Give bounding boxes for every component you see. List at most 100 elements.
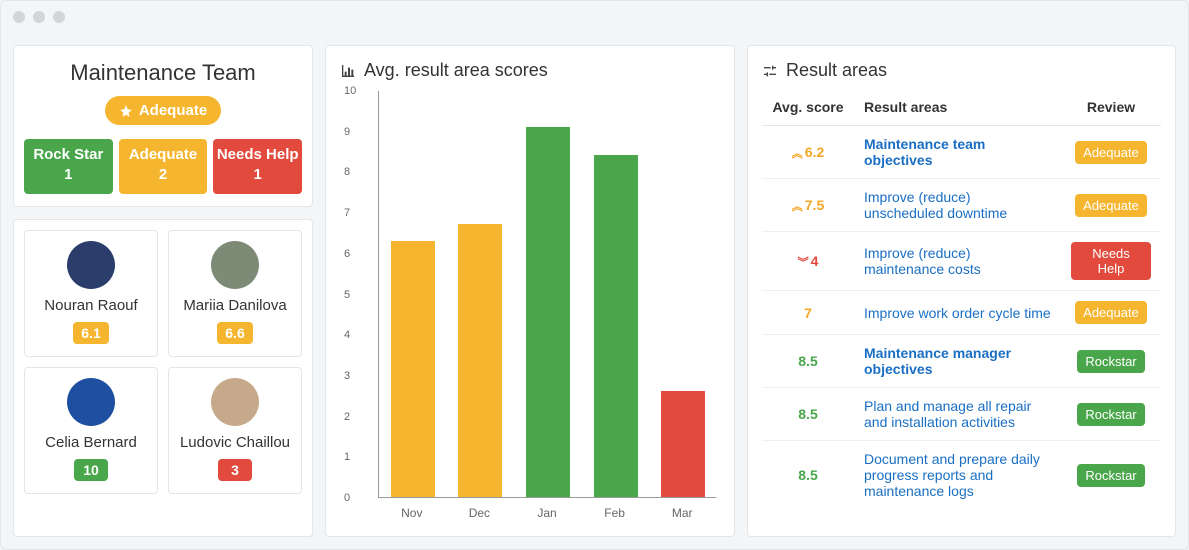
person-score-badge: 3 [218,459,252,481]
row-avg-score: 8.5 [798,406,817,422]
row-avg-score: 7 [804,305,812,321]
x-tick-label: Nov [390,506,434,520]
person-card[interactable]: Nouran Raouf 6.1 [24,230,158,357]
y-tick-label: 9 [344,126,350,138]
window-dot [13,11,25,23]
summary-rock-star[interactable]: Rock Star1 [24,139,113,194]
window-dot [53,11,65,23]
person-name: Ludovic Chaillou [173,434,297,451]
summary-count: 1 [26,165,111,185]
review-badge: Adequate [1075,141,1147,164]
y-tick-label: 3 [344,370,350,382]
trend-down-icon: ︾ [798,257,809,269]
summary-needs-help[interactable]: Needs Help1 [213,139,302,194]
y-tick-label: 6 [344,248,350,260]
sliders-icon [762,63,778,79]
x-tick-label: Jan [525,506,569,520]
review-badge: Adequate [1075,194,1147,217]
avatar [67,378,115,426]
table-row: ︽7.5 Improve (reduce) unscheduled downtim… [762,179,1161,232]
person-card[interactable]: Mariia Danilova 6.6 [168,230,302,357]
x-tick-label: Dec [457,506,501,520]
y-tick-label: 4 [344,329,350,341]
summary-count: 2 [121,165,206,185]
person-name: Nouran Raouf [29,297,153,314]
team-title: Maintenance Team [24,60,302,86]
review-badge: Rockstar [1077,464,1144,487]
table-row: 8.5 Plan and manage all repair and instal… [762,388,1161,441]
row-avg-score: ︾4 [798,253,819,269]
chart-bar[interactable] [526,127,570,497]
person-card[interactable]: Ludovic Chaillou 3 [168,367,302,494]
summary-label: Rock Star [26,145,111,165]
summary-count: 1 [215,165,300,185]
trend-up-icon: ︽ [792,148,803,160]
person-score-badge: 10 [74,459,108,481]
y-tick-label: 10 [344,85,356,97]
person-name: Mariia Danilova [173,297,297,314]
result-areas-table: Avg. score Result areas Review ︽6.2 Maint… [762,89,1161,509]
y-tick-label: 8 [344,166,350,178]
person-score-badge: 6.6 [217,322,252,344]
row-avg-score: 8.5 [798,467,817,483]
dashboard-content: Maintenance Team Adequate Rock Star1Adeq… [1,1,1188,549]
window-dot [33,11,45,23]
review-badge: Needs Help [1071,242,1151,280]
y-tick-label: 5 [344,289,350,301]
result-area-link[interactable]: Improve (reduce) maintenance costs [864,245,981,277]
table-row: ︾4 Improve (reduce) maintenance costs Need… [762,232,1161,291]
summary-adequate[interactable]: Adequate2 [119,139,208,194]
window-controls [13,11,65,23]
table-row: ︽6.2 Maintenance team objectives Adequate [762,126,1161,179]
chart-bar[interactable] [391,241,435,497]
avatar [67,241,115,289]
person-name: Celia Bernard [29,434,153,451]
review-badge: Adequate [1075,301,1147,324]
result-areas-card: Result areas Avg. score Result areas Rev… [747,45,1176,537]
summary-label: Adequate [121,145,206,165]
chart-bar[interactable] [594,155,638,497]
result-area-link[interactable]: Plan and manage all repair and installat… [864,398,1031,430]
y-tick-label: 0 [344,492,350,504]
row-avg-score: ︽6.2 [792,144,824,160]
team-overall-badge-label: Adequate [139,102,207,119]
result-area-link[interactable]: Maintenance manager objectives [864,345,1011,377]
col-avg-score[interactable]: Avg. score [762,89,854,126]
team-overall-badge[interactable]: Adequate [105,96,221,125]
chart-panel-title: Avg. result area scores [340,60,720,81]
table-row: 8.5 Document and prepare daily progress r… [762,441,1161,510]
trend-up-icon: ︽ [792,201,803,213]
row-avg-score: ︽7.5 [792,197,824,213]
team-people-card: Nouran Raouf 6.1 Mariia Danilova 6.6 Celia B… [13,219,313,538]
result-area-link[interactable]: Document and prepare daily progress repo… [864,451,1040,499]
bar-chart-icon [340,63,356,79]
summary-label: Needs Help [215,145,300,165]
person-score-badge: 6.1 [73,322,108,344]
chart-title-text: Avg. result area scores [364,60,548,81]
avg-scores-chart-card: Avg. result area scores 0 1 2 3 4 5 6 7 8 9 10 Nov D… [325,45,735,537]
review-badge: Rockstar [1077,403,1144,426]
result-area-link[interactable]: Improve work order cycle time [864,305,1051,321]
table-row: 7 Improve work order cycle time Adequate [762,291,1161,335]
y-tick-label: 7 [344,207,350,219]
team-summary-card: Maintenance Team Adequate Rock Star1Adeq… [13,45,313,207]
avatar [211,378,259,426]
app-frame: Maintenance Team Adequate Rock Star1Adeq… [0,0,1189,550]
col-result-areas[interactable]: Result areas [854,89,1061,126]
person-card[interactable]: Celia Bernard 10 [24,367,158,494]
chart-bar[interactable] [458,224,502,497]
x-tick-label: Feb [593,506,637,520]
table-row: 8.5Maintenance manager objectivesRocksta… [762,335,1161,388]
x-tick-label: Mar [660,506,704,520]
result-area-link[interactable]: Maintenance team objectives [864,136,985,168]
review-badge: Rockstar [1077,350,1144,373]
star-icon [119,104,133,118]
col-review[interactable]: Review [1061,89,1161,126]
result-areas-title-text: Result areas [786,60,887,81]
chart-plot-area: 012345678910NovDecJanFebMar [340,89,720,526]
y-tick-label: 1 [344,451,350,463]
chart-bar[interactable] [661,391,705,497]
avatar [211,241,259,289]
y-tick-label: 2 [344,411,350,423]
result-area-link[interactable]: Improve (reduce) unscheduled downtime [864,189,1007,221]
